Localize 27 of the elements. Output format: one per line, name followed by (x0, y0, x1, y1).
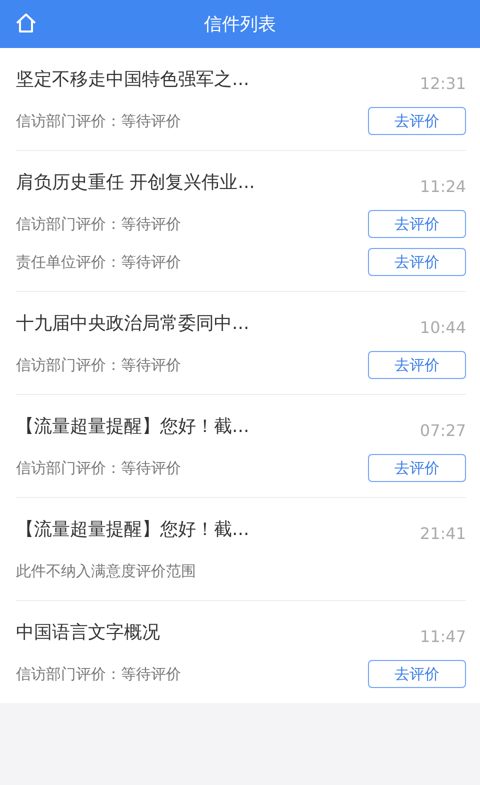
evaluation-status: 信访部门评价：等待评价 (16, 458, 181, 478)
evaluation-status: 信访部门评价：等待评价 (16, 356, 181, 374)
letter-title[interactable]: 【流量超量提醒】您好！截... (16, 517, 250, 541)
letter-time: 11:47 (420, 626, 466, 646)
evaluation-status: 责任单位评价：等待评价 (16, 252, 181, 272)
letter-time: 07:27 (420, 420, 466, 440)
letter-title[interactable]: 中国语言文字概况 (16, 620, 160, 644)
evaluate-button[interactable]: 去评价 (368, 454, 466, 482)
evaluate-button[interactable]: 去评价 (368, 210, 466, 238)
evaluate-button[interactable]: 去评价 (368, 248, 466, 276)
evaluation-status: 信访部门评价：等待评价 (16, 664, 181, 684)
home-icon[interactable] (15, 13, 37, 33)
letter-title[interactable]: 坚定不移走中国特色强军之... (16, 67, 250, 91)
evaluation-status: 此件不纳入满意度评价范围 (16, 562, 196, 580)
letter-time: 21:41 (420, 524, 466, 542)
letter-time: 12:31 (420, 74, 466, 92)
letter-time: 10:44 (420, 318, 466, 336)
letter-title[interactable]: 【流量超量提醒】您好！截... (16, 414, 250, 438)
evaluation-status: 信访部门评价：等待评价 (16, 214, 181, 234)
page-title: 信件列表 (204, 13, 276, 36)
letter-time: 11:24 (420, 176, 466, 196)
letter-title[interactable]: 十九届中央政治局常委同中... (16, 311, 250, 335)
evaluate-button[interactable]: 去评价 (368, 660, 466, 688)
letter-title[interactable]: 肩负历史重任 开创复兴伟业... (16, 170, 255, 194)
evaluate-button[interactable]: 去评价 (368, 107, 466, 135)
evaluate-button[interactable]: 去评价 (368, 351, 466, 379)
evaluation-status: 信访部门评价：等待评价 (16, 112, 181, 130)
